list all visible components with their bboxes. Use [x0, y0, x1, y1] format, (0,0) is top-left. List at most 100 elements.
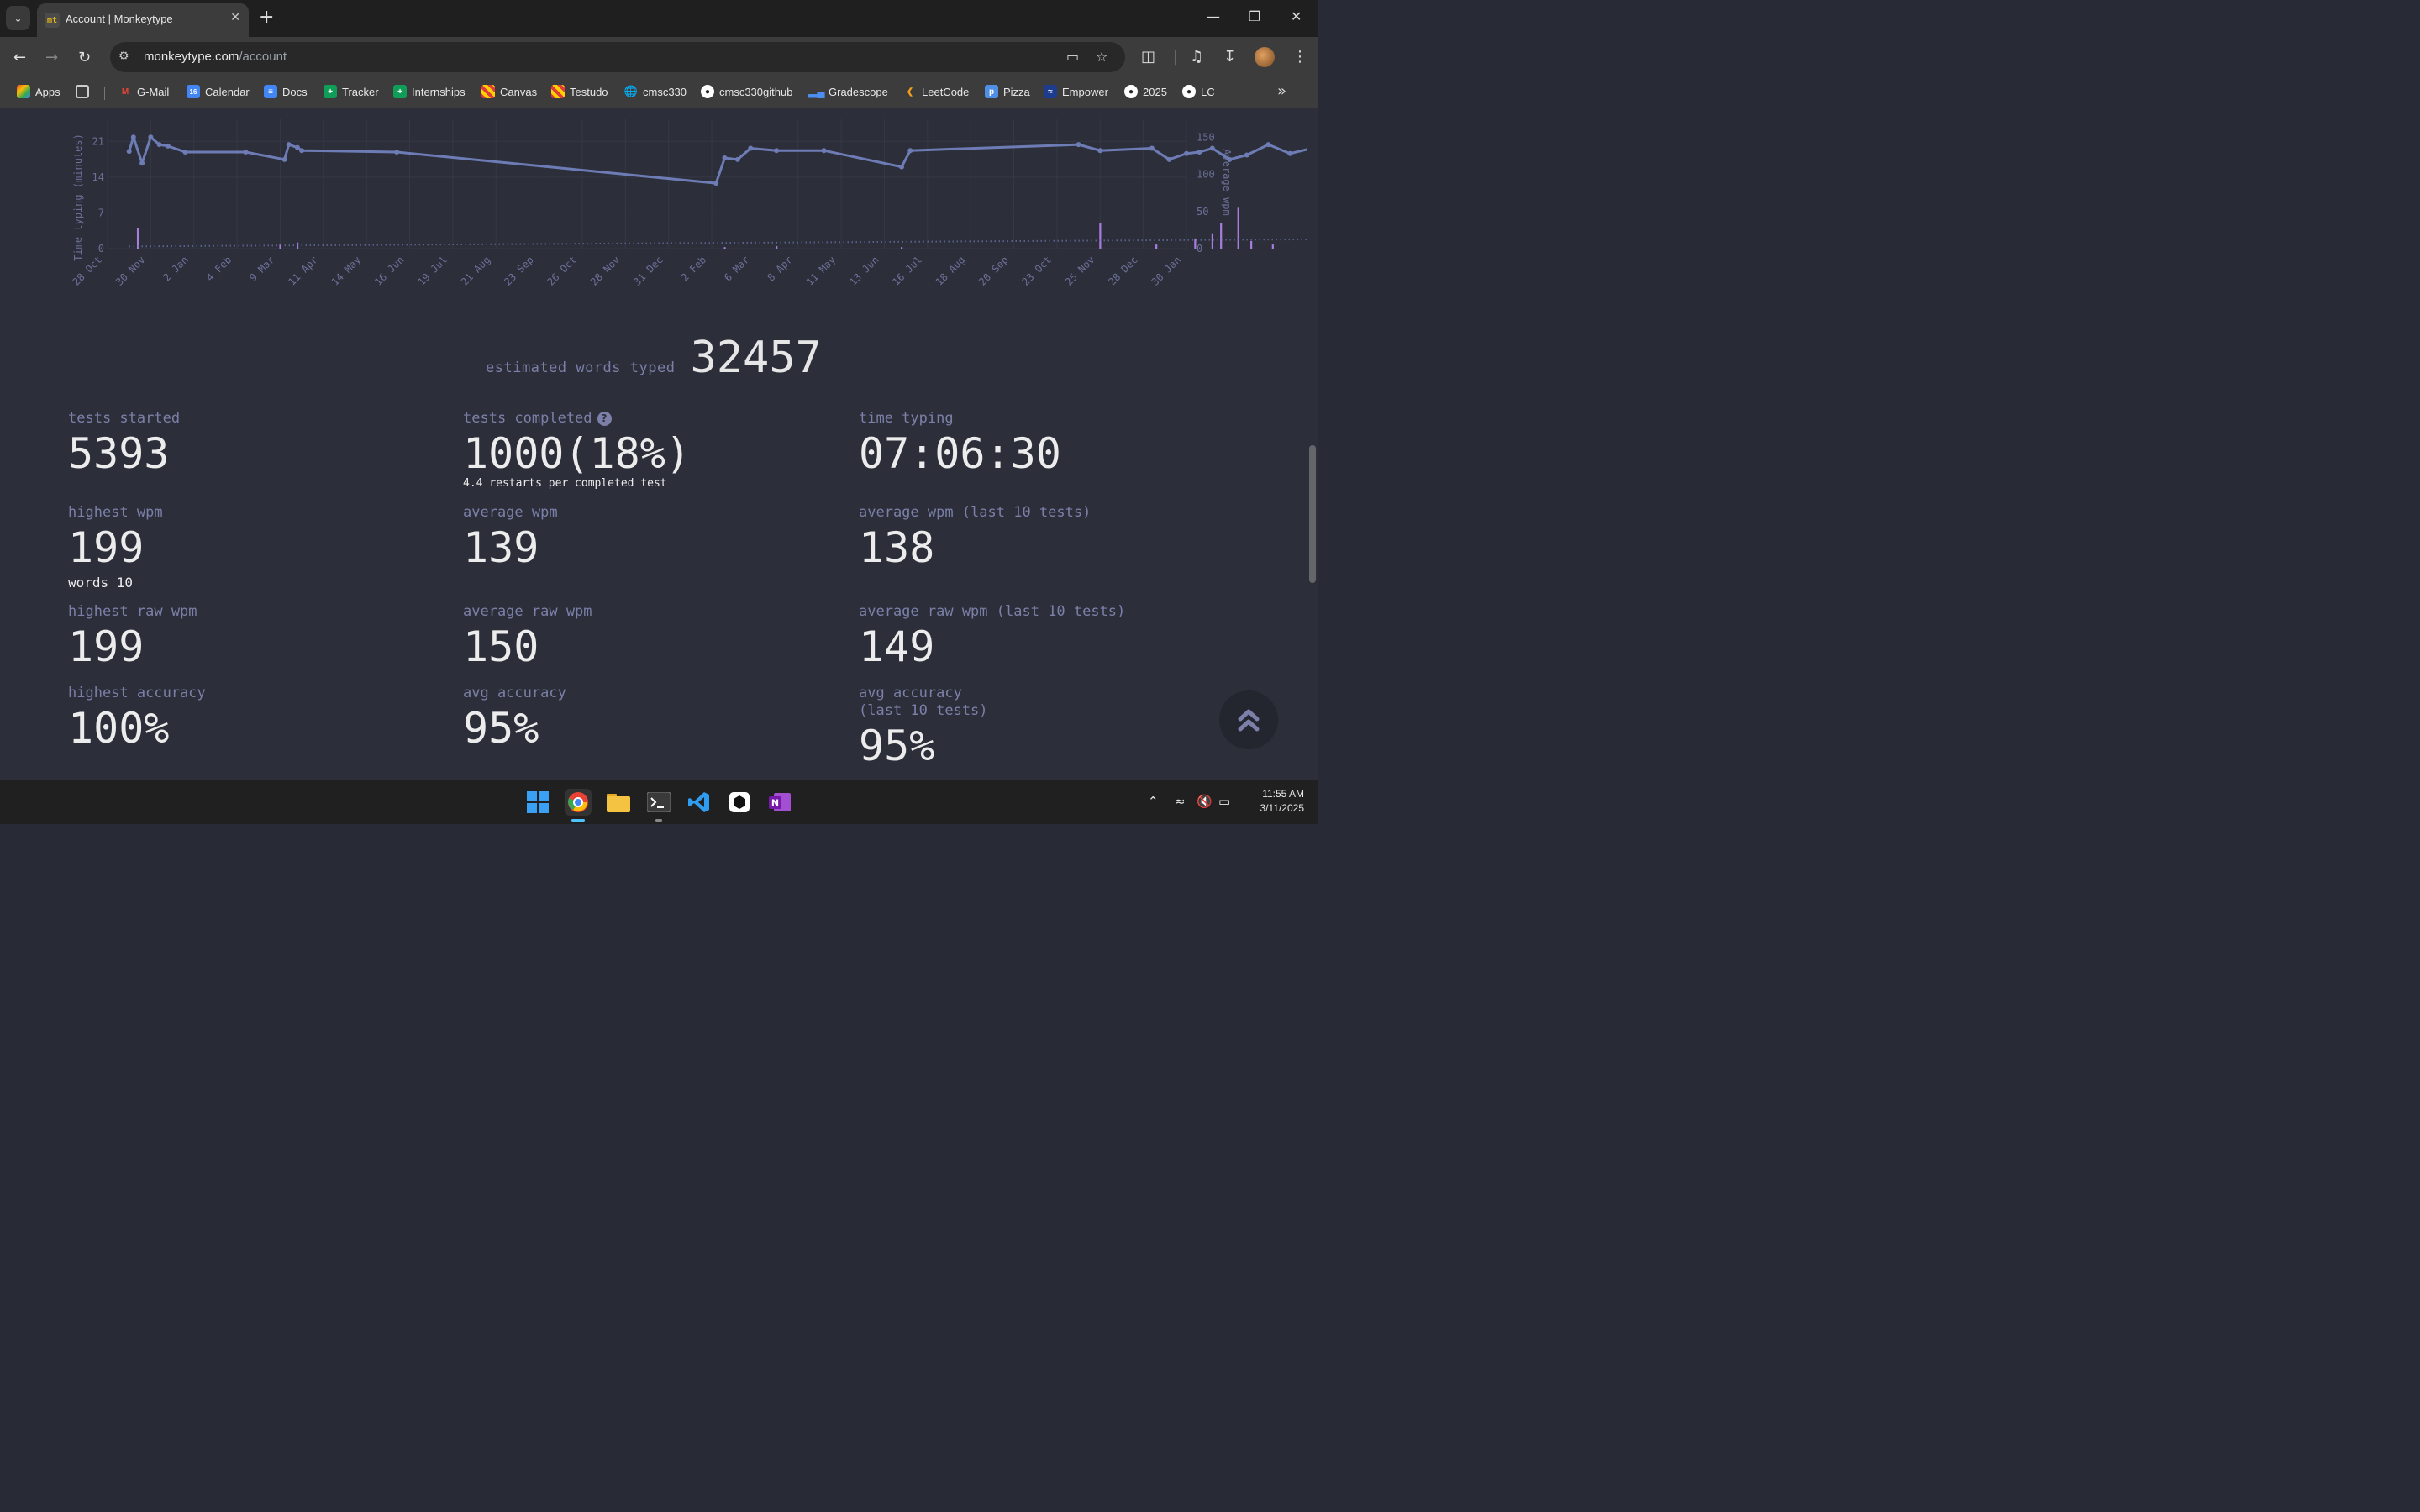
- bookmark-separator: [104, 87, 105, 100]
- bookmark-docs[interactable]: ≡ Docs: [264, 85, 308, 98]
- x-axis-tick: 18 Aug: [934, 254, 968, 288]
- bookmark-empower[interactable]: ≈ Empower: [1044, 85, 1108, 98]
- profile-avatar[interactable]: [1255, 47, 1275, 67]
- bookmark-leetcode[interactable]: ❮ LeetCode: [903, 85, 970, 98]
- help-icon[interactable]: ?: [597, 412, 612, 426]
- words-typed-label: estimated words typed: [486, 360, 676, 376]
- bookmark-apps[interactable]: Apps: [17, 85, 60, 98]
- wpm-point: [299, 148, 305, 154]
- install-app-icon[interactable]: ▭: [1066, 49, 1079, 65]
- wifi-icon[interactable]: ≈: [1175, 794, 1186, 809]
- close-tab-icon[interactable]: ✕: [230, 11, 240, 24]
- bookmark-lc[interactable]: ● LC: [1182, 85, 1215, 98]
- gmail-icon: M: [121, 87, 129, 97]
- x-axis-tick: 20 Sep: [976, 254, 1011, 288]
- taskbar-clock[interactable]: 11:55 AM 3/11/2025: [1237, 787, 1305, 816]
- wpm-point: [139, 160, 145, 166]
- wpm-point: [243, 149, 249, 155]
- vscode-icon[interactable]: [686, 789, 713, 816]
- menu-kebab-icon[interactable]: ⋮: [1292, 48, 1307, 66]
- bookmark-tab-groups[interactable]: [76, 85, 89, 98]
- x-axis-tick: 6 Mar: [722, 254, 751, 283]
- x-axis-tick: 23 Oct: [1019, 254, 1054, 288]
- trend-line: [129, 238, 1307, 248]
- battery-icon[interactable]: ▭: [1218, 794, 1230, 809]
- bookmark-calendar[interactable]: 16 Calendar: [187, 85, 250, 98]
- x-axis-tick: 25 Nov: [1063, 254, 1097, 288]
- onenote-icon[interactable]: N: [766, 789, 793, 816]
- time-typing-bar: [1237, 207, 1239, 249]
- media-queue-icon[interactable]: ♫: [1190, 48, 1203, 66]
- bookmark-cmsc330[interactable]: 🌐 cmsc330: [624, 85, 687, 98]
- bookmark-internships[interactable]: + Internships: [393, 85, 466, 98]
- gradescope-icon: ▂▄: [808, 85, 825, 97]
- tab-search-dropdown-icon[interactable]: ⌄: [6, 6, 30, 30]
- right-axis-tick: 50: [1197, 206, 1208, 218]
- time-typing-bar: [1155, 244, 1158, 249]
- time-typing-bar: [901, 247, 903, 249]
- wpm-point: [126, 149, 132, 155]
- monkeytype-favicon-icon: mt: [45, 13, 60, 28]
- wpm-point: [281, 156, 287, 162]
- file-explorer-icon[interactable]: [605, 789, 632, 816]
- bookmark-canvas[interactable]: Canvas: [481, 85, 537, 98]
- chrome-icon[interactable]: [565, 789, 592, 816]
- highest-wpm-mode: words 10: [68, 575, 134, 591]
- more-bookmarks-icon[interactable]: »: [1277, 82, 1286, 100]
- tray-chevron-up-icon[interactable]: ⌃: [1148, 794, 1159, 809]
- tab-account[interactable]: mt Account | Monkeytype ✕: [37, 3, 249, 37]
- bookmark-pizza[interactable]: p Pizza: [985, 85, 1030, 98]
- windows-start-icon[interactable]: [524, 789, 551, 816]
- download-icon[interactable]: ↧: [1223, 48, 1236, 66]
- minimize-icon[interactable]: —: [1207, 8, 1220, 24]
- reload-icon[interactable]: ↻: [78, 49, 91, 66]
- bookmark-gmail[interactable]: M G-Mail: [118, 85, 169, 98]
- wpm-point: [156, 142, 162, 148]
- close-window-icon[interactable]: ✕: [1291, 8, 1302, 24]
- bookmark-2025[interactable]: ● 2025: [1124, 85, 1167, 98]
- back-icon[interactable]: ←: [13, 49, 26, 66]
- bookmark-tracker[interactable]: + Tracker: [324, 85, 379, 98]
- bookmark-gradescope[interactable]: ▂▄ Gradescope: [808, 85, 887, 98]
- page-scrollbar[interactable]: [1307, 108, 1318, 780]
- x-axis-tick: 2 Jan: [160, 254, 190, 283]
- left-axis-tick: 7: [98, 207, 104, 218]
- apps-grid-icon: [17, 85, 30, 98]
- wpm-point: [908, 148, 913, 154]
- x-axis-tick: 26 Oct: [545, 254, 580, 288]
- bookmarks-bar: Apps M G-Mail 16 Calendar ≡ Docs + Tracker +…: [0, 77, 1318, 108]
- umd-flag-icon: [551, 85, 565, 98]
- stat-average-wpm-last10: average wpm (last 10 tests) 138: [859, 504, 1092, 572]
- wpm-point: [1227, 156, 1233, 162]
- leetcode-icon: ❮: [906, 87, 914, 97]
- wpm-point: [1097, 148, 1103, 154]
- x-axis-tick: 28 Dec: [1106, 254, 1140, 288]
- wpm-point: [1287, 150, 1293, 156]
- address-bar[interactable]: ⚙ monkeytype.com/account ▭ ☆: [110, 42, 1125, 72]
- bookmark-testudo[interactable]: Testudo: [551, 85, 608, 98]
- wpm-point: [182, 149, 188, 155]
- wpm-point: [1166, 156, 1172, 162]
- left-axis-label: Time typing (minutes): [72, 134, 84, 261]
- new-tab-icon[interactable]: +: [259, 7, 274, 28]
- restore-icon[interactable]: ❐: [1249, 8, 1260, 24]
- terminal-icon[interactable]: [645, 789, 672, 816]
- wpm-point: [722, 155, 728, 161]
- empower-icon: ≈: [1044, 85, 1057, 98]
- left-axis-tick: 21: [92, 135, 104, 147]
- forward-icon[interactable]: →: [45, 49, 58, 66]
- double-chevron-up-icon: [1238, 709, 1260, 732]
- time-typing-bar: [1211, 233, 1214, 249]
- cube-app-icon[interactable]: [726, 789, 753, 816]
- bookmark-star-icon[interactable]: ☆: [1096, 49, 1107, 65]
- page-scrollbar-thumb[interactable]: [1309, 445, 1316, 583]
- volume-muted-icon[interactable]: 🔇: [1197, 794, 1213, 809]
- site-info-icon[interactable]: ⚙: [118, 50, 129, 63]
- scroll-to-top-button[interactable]: [1219, 690, 1278, 749]
- docs-icon: ≡: [264, 85, 277, 98]
- tab-strip: ⌄ mt Account | Monkeytype ✕ + — ❐ ✕: [0, 0, 1318, 37]
- time-typing-bar: [1220, 223, 1223, 249]
- account-page: 0 7 14 21 0 50 100 150 Time typing (minutes) Aver…: [0, 108, 1307, 780]
- bookmark-cmsc330github[interactable]: ● cmsc330github: [701, 85, 792, 98]
- extensions-icon[interactable]: ◫: [1141, 48, 1155, 66]
